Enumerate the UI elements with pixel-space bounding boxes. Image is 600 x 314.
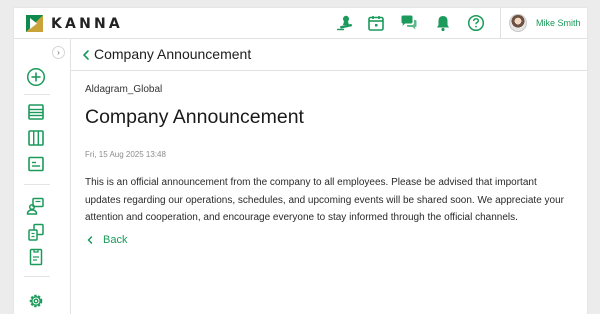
back-link[interactable]: Back <box>85 234 127 246</box>
app-logo[interactable]: KANNA <box>26 15 123 32</box>
sidebar-divider <box>24 184 50 185</box>
users-icon[interactable] <box>26 196 46 216</box>
list-icon[interactable] <box>26 102 46 122</box>
announcement-body: This is an official announcement from th… <box>85 177 564 223</box>
user-menu[interactable]: Mike Smith <box>509 14 581 32</box>
top-bar: KANNA Mike Smith <box>14 8 587 39</box>
sidebar-divider <box>24 276 50 277</box>
page-title: Company Announcement <box>94 46 252 62</box>
avatar <box>509 14 527 32</box>
page-header: Company Announcement <box>71 39 587 71</box>
announcement-date: Fri, 15 Aug 2025 13:48 <box>85 150 166 159</box>
user-name: Mike Smith <box>536 18 581 28</box>
announcement-title: Company Announcement <box>85 106 304 128</box>
calendar-icon[interactable] <box>367 14 385 32</box>
main-content: Company Announcement Aldagram_Global Com… <box>71 39 587 314</box>
sidebar-divider <box>24 94 50 95</box>
chevron-left-icon <box>87 236 93 244</box>
card-icon[interactable] <box>26 154 46 174</box>
app-name: KANNA <box>51 15 123 32</box>
bell-icon[interactable] <box>434 14 452 32</box>
sidebar-collapse-button[interactable]: › <box>52 46 65 59</box>
kanna-logo-icon <box>26 15 43 32</box>
chat-icon[interactable] <box>400 14 418 32</box>
document-icon[interactable] <box>26 247 46 267</box>
building-icon[interactable] <box>26 222 46 242</box>
stamp-icon[interactable] <box>335 14 353 32</box>
settings-icon[interactable] <box>26 291 46 311</box>
columns-icon[interactable] <box>26 128 46 148</box>
back-link-label: Back <box>103 234 128 246</box>
add-icon[interactable] <box>26 67 46 87</box>
header-divider <box>500 8 501 39</box>
chevron-left-icon[interactable] <box>80 48 92 62</box>
announcement-author: Aldagram_Global <box>85 84 163 95</box>
help-icon[interactable] <box>467 14 485 32</box>
app-window: KANNA Mike Smith › Company Announcement … <box>14 8 587 314</box>
sidebar: › <box>14 39 71 314</box>
